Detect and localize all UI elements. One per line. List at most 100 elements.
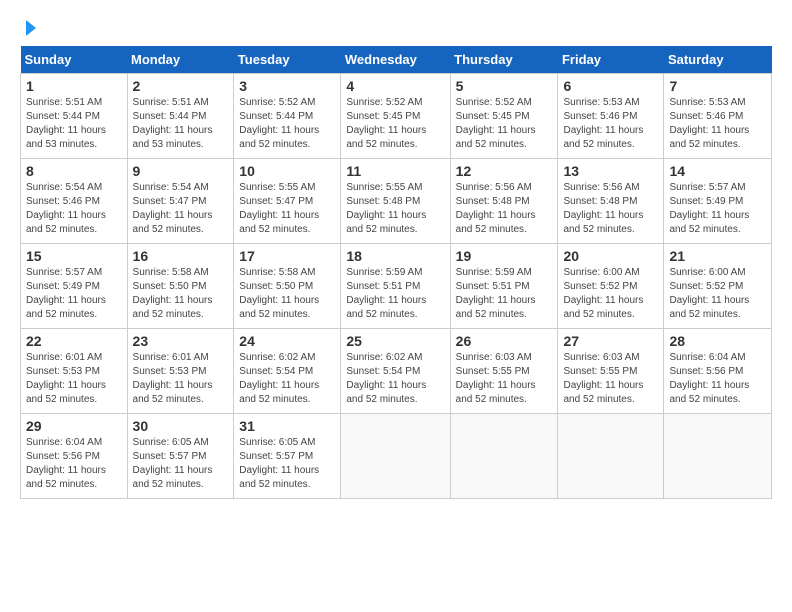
day-cell: 29 Sunrise: 6:04 AMSunset: 5:56 PMDayligh… <box>21 414 128 499</box>
day-info: Sunrise: 5:54 AMSunset: 5:46 PMDaylight:… <box>26 181 122 237</box>
day-info: Sunrise: 5:52 AMSunset: 5:45 PMDaylight:… <box>346 96 444 152</box>
day-cell: 3Sunrise: 5:52 AMSunset: 5:44 PMDaylight… <box>234 74 341 159</box>
calendar-week-row: 15 Sunrise: 5:57 AMSunset: 5:49 PMDayligh… <box>21 244 772 329</box>
day-number: 7 <box>669 78 766 94</box>
day-cell: 24 Sunrise: 6:02 AMSunset: 5:54 PMDayligh… <box>234 329 341 414</box>
day-info: Sunrise: 5:53 AMSunset: 5:46 PMDaylight:… <box>563 96 658 152</box>
day-number: 25 <box>346 333 444 349</box>
day-info: Sunrise: 5:51 AMSunset: 5:44 PMDaylight:… <box>26 96 122 152</box>
day-info: Sunrise: 5:58 AMSunset: 5:50 PMDaylight:… <box>239 266 335 322</box>
day-cell: 12 Sunrise: 5:56 AMSunset: 5:48 PMDayligh… <box>450 159 558 244</box>
day-info: Sunrise: 5:56 AMSunset: 5:48 PMDaylight:… <box>563 181 658 237</box>
day-info: Sunrise: 5:51 AMSunset: 5:44 PMDaylight:… <box>133 96 229 152</box>
column-header-monday: Monday <box>127 46 234 74</box>
day-info: Sunrise: 6:05 AMSunset: 5:57 PMDaylight:… <box>133 436 229 492</box>
day-info: Sunrise: 5:57 AMSunset: 5:49 PMDaylight:… <box>26 266 122 322</box>
day-info: Sunrise: 5:52 AMSunset: 5:45 PMDaylight:… <box>456 96 553 152</box>
day-info: Sunrise: 5:52 AMSunset: 5:44 PMDaylight:… <box>239 96 335 152</box>
day-cell: 19 Sunrise: 5:59 AMSunset: 5:51 PMDayligh… <box>450 244 558 329</box>
day-number: 12 <box>456 163 553 179</box>
page-header <box>20 20 772 36</box>
day-info: Sunrise: 5:59 AMSunset: 5:51 PMDaylight:… <box>346 266 444 322</box>
day-number: 1 <box>26 78 122 94</box>
day-number: 28 <box>669 333 766 349</box>
day-number: 8 <box>26 163 122 179</box>
day-number: 18 <box>346 248 444 264</box>
day-cell: 31Sunrise: 6:05 AMSunset: 5:57 PMDayligh… <box>234 414 341 499</box>
day-number: 11 <box>346 163 444 179</box>
calendar-week-row: 8 Sunrise: 5:54 AMSunset: 5:46 PMDaylight… <box>21 159 772 244</box>
day-cell: 11 Sunrise: 5:55 AMSunset: 5:48 PMDayligh… <box>341 159 450 244</box>
day-number: 30 <box>133 418 229 434</box>
column-header-sunday: Sunday <box>21 46 128 74</box>
calendar-header-row: SundayMondayTuesdayWednesdayThursdayFrid… <box>21 46 772 74</box>
day-cell: 18 Sunrise: 5:59 AMSunset: 5:51 PMDayligh… <box>341 244 450 329</box>
day-cell: 15 Sunrise: 5:57 AMSunset: 5:49 PMDayligh… <box>21 244 128 329</box>
day-info: Sunrise: 5:55 AMSunset: 5:48 PMDaylight:… <box>346 181 444 237</box>
day-cell: 2 Sunrise: 5:51 AMSunset: 5:44 PMDaylight… <box>127 74 234 159</box>
empty-cell <box>558 414 664 499</box>
logo <box>20 20 36 36</box>
empty-cell <box>664 414 772 499</box>
day-info: Sunrise: 5:53 AMSunset: 5:46 PMDaylight:… <box>669 96 766 152</box>
day-number: 10 <box>239 163 335 179</box>
day-cell: 22 Sunrise: 6:01 AMSunset: 5:53 PMDayligh… <box>21 329 128 414</box>
day-cell: 30 Sunrise: 6:05 AMSunset: 5:57 PMDayligh… <box>127 414 234 499</box>
day-number: 17 <box>239 248 335 264</box>
calendar-body: 1 Sunrise: 5:51 AMSunset: 5:44 PMDaylight… <box>21 74 772 499</box>
day-info: Sunrise: 5:58 AMSunset: 5:50 PMDaylight:… <box>133 266 229 322</box>
column-header-thursday: Thursday <box>450 46 558 74</box>
day-cell: 1 Sunrise: 5:51 AMSunset: 5:44 PMDaylight… <box>21 74 128 159</box>
day-cell: 25 Sunrise: 6:02 AMSunset: 5:54 PMDayligh… <box>341 329 450 414</box>
day-info: Sunrise: 6:02 AMSunset: 5:54 PMDaylight:… <box>346 351 444 407</box>
column-header-tuesday: Tuesday <box>234 46 341 74</box>
day-cell: 9Sunrise: 5:54 AMSunset: 5:47 PMDaylight… <box>127 159 234 244</box>
day-info: Sunrise: 6:04 AMSunset: 5:56 PMDaylight:… <box>26 436 122 492</box>
day-number: 23 <box>133 333 229 349</box>
empty-cell <box>341 414 450 499</box>
day-number: 27 <box>563 333 658 349</box>
calendar-week-row: 1 Sunrise: 5:51 AMSunset: 5:44 PMDaylight… <box>21 74 772 159</box>
day-cell: 7 Sunrise: 5:53 AMSunset: 5:46 PMDaylight… <box>664 74 772 159</box>
day-info: Sunrise: 6:04 AMSunset: 5:56 PMDaylight:… <box>669 351 766 407</box>
day-number: 13 <box>563 163 658 179</box>
day-cell: 5 Sunrise: 5:52 AMSunset: 5:45 PMDaylight… <box>450 74 558 159</box>
day-info: Sunrise: 5:56 AMSunset: 5:48 PMDaylight:… <box>456 181 553 237</box>
day-number: 20 <box>563 248 658 264</box>
calendar-table: SundayMondayTuesdayWednesdayThursdayFrid… <box>20 46 772 499</box>
day-number: 5 <box>456 78 553 94</box>
day-number: 31 <box>239 418 335 434</box>
day-cell: 13 Sunrise: 5:56 AMSunset: 5:48 PMDayligh… <box>558 159 664 244</box>
day-number: 24 <box>239 333 335 349</box>
day-number: 22 <box>26 333 122 349</box>
day-number: 21 <box>669 248 766 264</box>
day-info: Sunrise: 6:00 AMSunset: 5:52 PMDaylight:… <box>563 266 658 322</box>
day-number: 4 <box>346 78 444 94</box>
day-cell: 28 Sunrise: 6:04 AMSunset: 5:56 PMDayligh… <box>664 329 772 414</box>
column-header-saturday: Saturday <box>664 46 772 74</box>
empty-cell <box>450 414 558 499</box>
day-number: 2 <box>133 78 229 94</box>
day-info: Sunrise: 5:54 AMSunset: 5:47 PMDaylight:… <box>133 181 229 237</box>
day-number: 15 <box>26 248 122 264</box>
calendar-week-row: 22 Sunrise: 6:01 AMSunset: 5:53 PMDayligh… <box>21 329 772 414</box>
day-number: 16 <box>133 248 229 264</box>
day-number: 29 <box>26 418 122 434</box>
day-number: 26 <box>456 333 553 349</box>
day-cell: 4 Sunrise: 5:52 AMSunset: 5:45 PMDaylight… <box>341 74 450 159</box>
day-cell: 20 Sunrise: 6:00 AMSunset: 5:52 PMDayligh… <box>558 244 664 329</box>
day-info: Sunrise: 6:01 AMSunset: 5:53 PMDaylight:… <box>26 351 122 407</box>
day-info: Sunrise: 6:01 AMSunset: 5:53 PMDaylight:… <box>133 351 229 407</box>
day-number: 6 <box>563 78 658 94</box>
column-header-friday: Friday <box>558 46 664 74</box>
day-cell: 8 Sunrise: 5:54 AMSunset: 5:46 PMDaylight… <box>21 159 128 244</box>
day-info: Sunrise: 6:02 AMSunset: 5:54 PMDaylight:… <box>239 351 335 407</box>
day-number: 14 <box>669 163 766 179</box>
day-info: Sunrise: 6:00 AMSunset: 5:52 PMDaylight:… <box>669 266 766 322</box>
day-info: Sunrise: 6:03 AMSunset: 5:55 PMDaylight:… <box>456 351 553 407</box>
day-cell: 23 Sunrise: 6:01 AMSunset: 5:53 PMDayligh… <box>127 329 234 414</box>
day-cell: 16 Sunrise: 5:58 AMSunset: 5:50 PMDayligh… <box>127 244 234 329</box>
day-info: Sunrise: 5:59 AMSunset: 5:51 PMDaylight:… <box>456 266 553 322</box>
day-info: Sunrise: 5:55 AMSunset: 5:47 PMDaylight:… <box>239 181 335 237</box>
day-number: 19 <box>456 248 553 264</box>
